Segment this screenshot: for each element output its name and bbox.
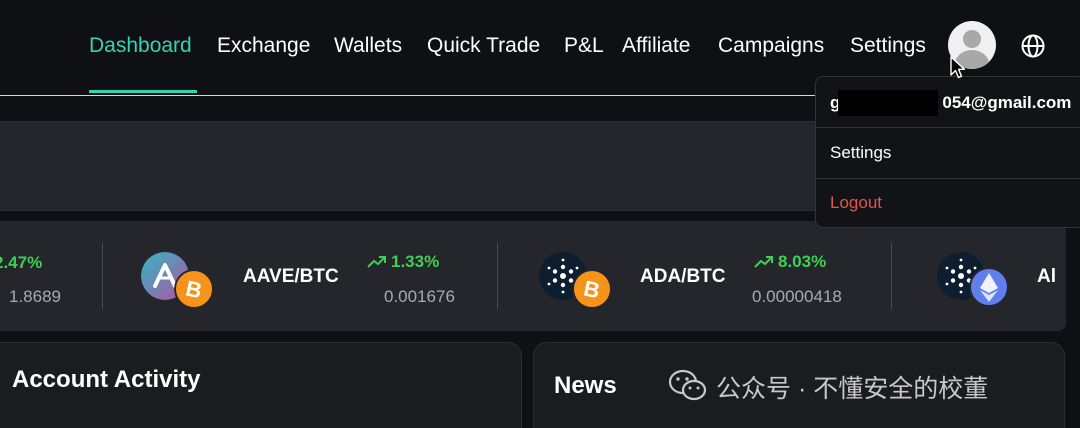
eth-coin-icon: [969, 267, 1009, 307]
ticker-price-1: 0.001676: [384, 287, 455, 306]
menu-logout[interactable]: Logout: [830, 193, 882, 213]
ticker-pair-1[interactable]: AAVE/BTC: [243, 266, 339, 288]
ticker-price-0: 1.8689: [9, 287, 61, 306]
ticker-change-2: 8.03%: [778, 252, 827, 271]
nav-dashboard[interactable]: Dashboard: [89, 34, 192, 58]
globe-icon[interactable]: [1020, 33, 1046, 59]
menu-divider: [816, 127, 1080, 128]
nav-quick-trade[interactable]: Quick Trade: [427, 34, 540, 58]
ticker-divider: [102, 243, 103, 309]
ticker-pair-2[interactable]: ADA/BTC: [640, 266, 726, 288]
nav-wallets[interactable]: Wallets: [334, 34, 402, 58]
ticker-divider: [891, 243, 892, 309]
nav-campaigns[interactable]: Campaigns: [718, 34, 824, 58]
user-email-suffix: 054@gmail.com: [942, 93, 1072, 112]
btc-coin-icon: B: [174, 269, 214, 309]
nav-affiliate[interactable]: Affiliate: [622, 34, 691, 58]
user-dropdown-menu: g 054@gmail.com Settings Logout: [815, 76, 1080, 228]
redaction-box: [838, 90, 938, 116]
mouse-cursor-icon: [950, 56, 966, 79]
nav-exchange[interactable]: Exchange: [217, 34, 310, 58]
active-nav-indicator: [89, 90, 197, 93]
nav-settings[interactable]: Settings: [850, 34, 926, 58]
news-title: News: [554, 372, 617, 399]
ticker-divider: [497, 243, 498, 309]
watermark-text: 公众号 · 不懂安全的校董: [716, 375, 989, 403]
menu-divider: [816, 178, 1080, 179]
ticker-change-1: 1.33%: [391, 252, 440, 271]
nav-pnl[interactable]: P&L: [564, 34, 604, 58]
ticker-change-0: 2.47%: [0, 253, 43, 272]
ticker-pair-3[interactable]: Al: [1037, 266, 1056, 288]
account-activity-title: Account Activity: [12, 366, 201, 393]
menu-settings[interactable]: Settings: [830, 143, 891, 163]
ticker-price-2: 0.00000418: [752, 287, 842, 306]
trend-up-icon: [754, 256, 773, 268]
trend-up-icon: [367, 256, 386, 268]
btc-coin-icon: B: [572, 269, 612, 309]
wechat-icon: [668, 369, 707, 401]
